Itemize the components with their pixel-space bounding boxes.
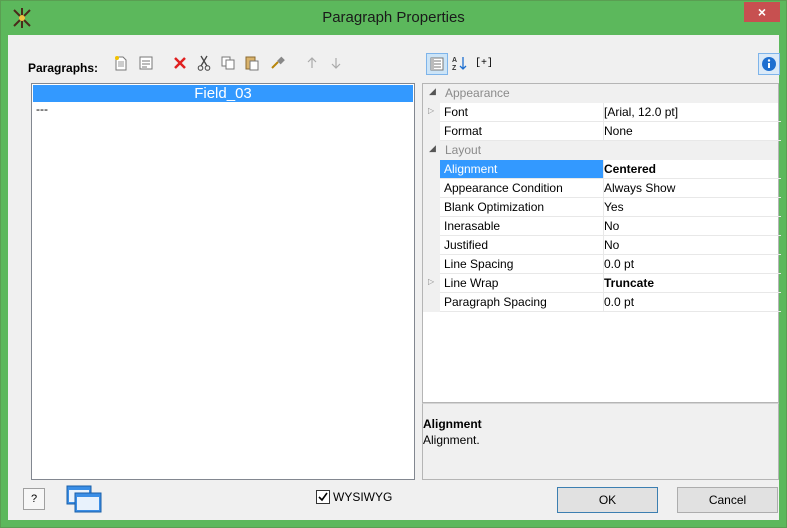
property-name: Font [440, 103, 604, 122]
property-value[interactable]: [Arial, 12.0 pt] [601, 103, 781, 122]
property-row-alignment[interactable]: Alignment Centered [423, 160, 781, 179]
property-row-paragraph-spacing[interactable]: Paragraph Spacing 0.0 pt [423, 293, 781, 312]
window-title: Paragraph Properties [322, 9, 465, 26]
move-up-icon[interactable] [302, 53, 322, 73]
property-name: Justified [440, 236, 604, 255]
cancel-button[interactable]: Cancel [677, 487, 778, 513]
alphabetical-icon[interactable]: AZ [450, 53, 470, 73]
window-preview-icon[interactable] [66, 485, 102, 513]
info-icon[interactable] [758, 53, 780, 75]
description-title: Alignment [423, 417, 482, 431]
property-row-line-wrap[interactable]: ▷ Line Wrap Truncate [423, 274, 781, 293]
paste-icon[interactable] [242, 53, 262, 73]
property-name: Appearance Condition [440, 179, 604, 198]
property-row-inerasable[interactable]: Inerasable No [423, 217, 781, 236]
property-value[interactable]: 0.0 pt [601, 255, 781, 274]
expand-arrow-icon[interactable]: ▷ [428, 106, 434, 115]
paragraphs-list[interactable]: Field_03 --- [31, 83, 415, 480]
svg-text:Z: Z [452, 65, 457, 71]
delete-icon[interactable] [170, 53, 190, 73]
svg-text:A: A [452, 57, 457, 64]
property-grid: ◢ Appearance ▷ Font [Arial, 12.0 pt] For… [422, 83, 781, 403]
close-button[interactable]: × [744, 2, 780, 22]
dialog-client-area: Paragraphs: A Z [+] Field_03 --- ◢ Appea… [8, 35, 781, 520]
copy-icon[interactable] [218, 53, 238, 73]
property-name: Format [440, 122, 604, 141]
cut-icon[interactable] [194, 53, 214, 73]
collapse-arrow-icon[interactable]: ◢ [429, 143, 436, 154]
property-value[interactable]: No [601, 236, 781, 255]
property-name: Blank Optimization [440, 198, 604, 217]
categorized-icon[interactable] [426, 53, 448, 75]
property-value[interactable]: None [601, 122, 781, 141]
ok-button[interactable]: OK [557, 487, 658, 513]
category-appearance[interactable]: ◢ Appearance [423, 84, 778, 103]
property-row-blank-optimization[interactable]: Blank Optimization Yes [423, 198, 781, 217]
checkbox-box[interactable] [316, 490, 330, 504]
property-name: Alignment [440, 160, 604, 179]
description-panel: Alignment Alignment. [422, 403, 779, 480]
category-label: Layout [445, 143, 482, 157]
dialog-window: Paragraph Properties × Paragraphs: A Z [… [0, 0, 787, 528]
collapse-arrow-icon[interactable]: ◢ [429, 86, 436, 97]
list-item-selected[interactable]: Field_03 [33, 85, 413, 102]
properties-icon[interactable] [136, 53, 156, 73]
property-name: Inerasable [440, 217, 604, 236]
new-paragraph-icon[interactable] [111, 53, 131, 73]
paragraphs-label: Paragraphs: [28, 61, 99, 75]
move-down-icon[interactable] [326, 53, 346, 73]
category-layout[interactable]: ◢ Layout [423, 141, 778, 160]
property-value[interactable]: Centered [601, 160, 781, 179]
property-row-appearance-condition[interactable]: Appearance Condition Always Show [423, 179, 781, 198]
property-row-justified[interactable]: Justified No [423, 236, 781, 255]
list-item[interactable]: --- [36, 102, 48, 116]
format-brush-icon[interactable] [268, 53, 288, 73]
property-row-line-spacing[interactable]: Line Spacing 0.0 pt [423, 255, 781, 274]
expand-icon[interactable]: [+] [474, 53, 494, 73]
category-label: Appearance [445, 86, 510, 100]
description-text: Alignment. [423, 433, 480, 447]
property-value[interactable]: Yes [601, 198, 781, 217]
wysiwyg-label: WYSIWYG [333, 490, 393, 504]
property-name: Paragraph Spacing [440, 293, 604, 312]
expand-arrow-icon[interactable]: ▷ [428, 277, 434, 286]
property-value[interactable]: 0.0 pt [601, 293, 781, 312]
property-value[interactable]: Truncate [601, 274, 781, 293]
property-value[interactable]: Always Show [601, 179, 781, 198]
property-value[interactable]: No [601, 217, 781, 236]
title-bar[interactable]: Paragraph Properties × [1, 1, 786, 35]
help-button[interactable]: ? [23, 488, 45, 510]
property-row-format[interactable]: Format None [423, 122, 781, 141]
property-name: Line Spacing [440, 255, 604, 274]
wysiwyg-checkbox[interactable]: WYSIWYG [316, 490, 392, 504]
property-name: Line Wrap [440, 274, 604, 293]
property-row-font[interactable]: ▷ Font [Arial, 12.0 pt] [423, 103, 781, 122]
